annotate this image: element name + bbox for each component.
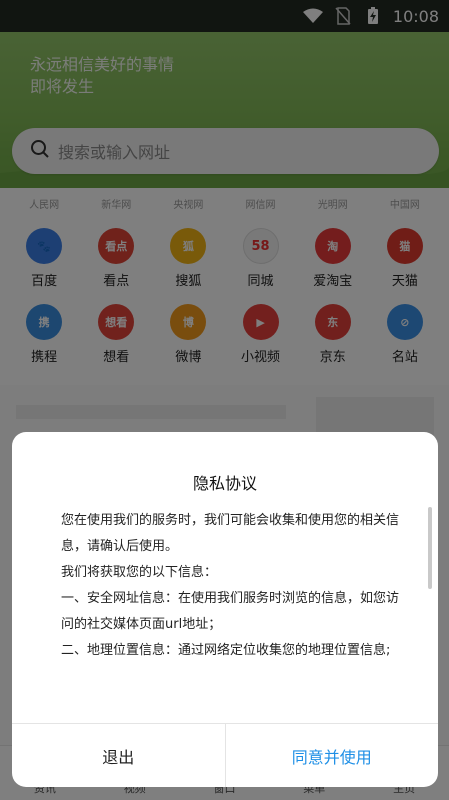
privacy-dialog: 隐私协议 您在使用我们的服务时，我们可能会收集和使用您的相关信息，请确认后使用。…: [12, 432, 438, 787]
dialog-paragraph: 我们将获取您的以下信息：: [61, 565, 218, 580]
dialog-paragraph: 二、地理位置信息：通过网络定位收集您的地理位置信息;: [61, 643, 391, 658]
exit-button[interactable]: 退出: [12, 724, 226, 787]
dialog-actions: 退出 同意并使用: [12, 723, 438, 787]
dialog-body: 您在使用我们的服务时，我们可能会收集和使用您的相关信息，请确认后使用。 我们将获…: [61, 508, 411, 664]
agree-button[interactable]: 同意并使用: [226, 724, 439, 787]
dialog-paragraph: 一、安全网址信息：在使用我们服务时浏览的信息，如您访问的社交媒体页面url地址；: [61, 591, 400, 632]
dialog-title: 隐私协议: [192, 474, 257, 493]
dialog-paragraph: 您在使用我们的服务时，我们可能会收集和使用您的相关信息，请确认后使用。: [61, 513, 400, 554]
dialog-scrollbar[interactable]: [428, 507, 432, 589]
